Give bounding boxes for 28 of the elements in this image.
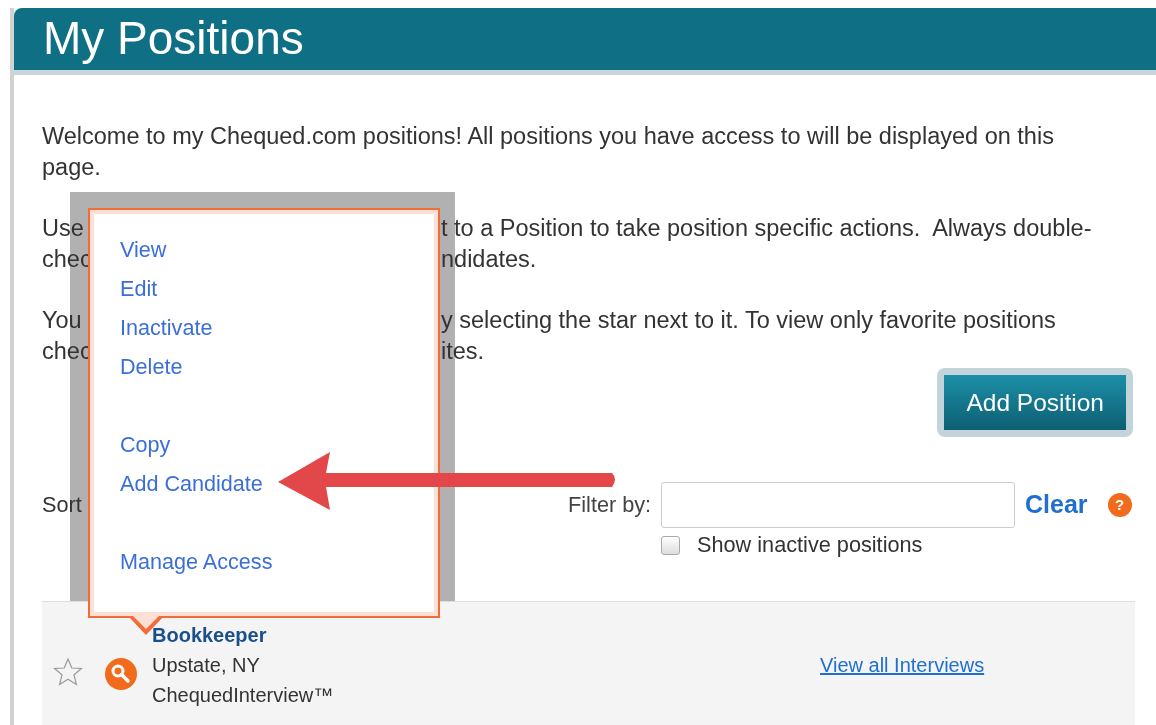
position-location: Upstate, NY — [152, 653, 261, 678]
menu-item[interactable]: Add Candidate — [120, 464, 263, 503]
clear-link[interactable]: Clear — [1025, 486, 1088, 524]
paragraph-fragment: t to a Position to take position specific actions. Always double- — [441, 214, 1092, 243]
menu-item[interactable]: Copy — [120, 425, 171, 464]
star-icon[interactable] — [53, 657, 83, 687]
menu-item[interactable]: Edit — [120, 269, 158, 308]
menu-item[interactable]: Delete — [120, 347, 183, 386]
menu-item[interactable]: View — [120, 230, 167, 269]
intro-paragraph: Welcome to my Chequed.com positions! All positions you have access to will be displayed on this page. — [42, 122, 1055, 182]
paragraph-fragment: Use — [42, 215, 84, 241]
paragraph-fragment: y selecting the star next to it. To view only favorite positions — [441, 306, 1056, 335]
menu-item[interactable]: Manage Access — [120, 542, 273, 581]
sort-label: Sort — [42, 491, 82, 517]
position-title[interactable]: Bookkeeper — [152, 620, 672, 650]
position-type: ChequedInterview™ — [152, 683, 335, 708]
page-title: My Positions — [43, 11, 304, 67]
checkbox-label: Show inactive positions — [697, 530, 923, 559]
add-position-button[interactable]: Add Position — [937, 368, 1133, 437]
view-interviews-link[interactable]: View all Interviews — [820, 650, 985, 680]
paragraph-fragment: ites. — [441, 337, 485, 366]
key-icon[interactable] — [105, 658, 137, 690]
filter-label: Filter by: — [568, 490, 653, 519]
paragraph-fragment: You — [42, 307, 82, 333]
filter-field[interactable] — [661, 482, 1015, 528]
menu-item[interactable]: Inactivate — [120, 308, 213, 347]
help-icon[interactable]: ? — [1107, 493, 1132, 517]
paragraph-fragment: ndidates. — [441, 245, 537, 274]
